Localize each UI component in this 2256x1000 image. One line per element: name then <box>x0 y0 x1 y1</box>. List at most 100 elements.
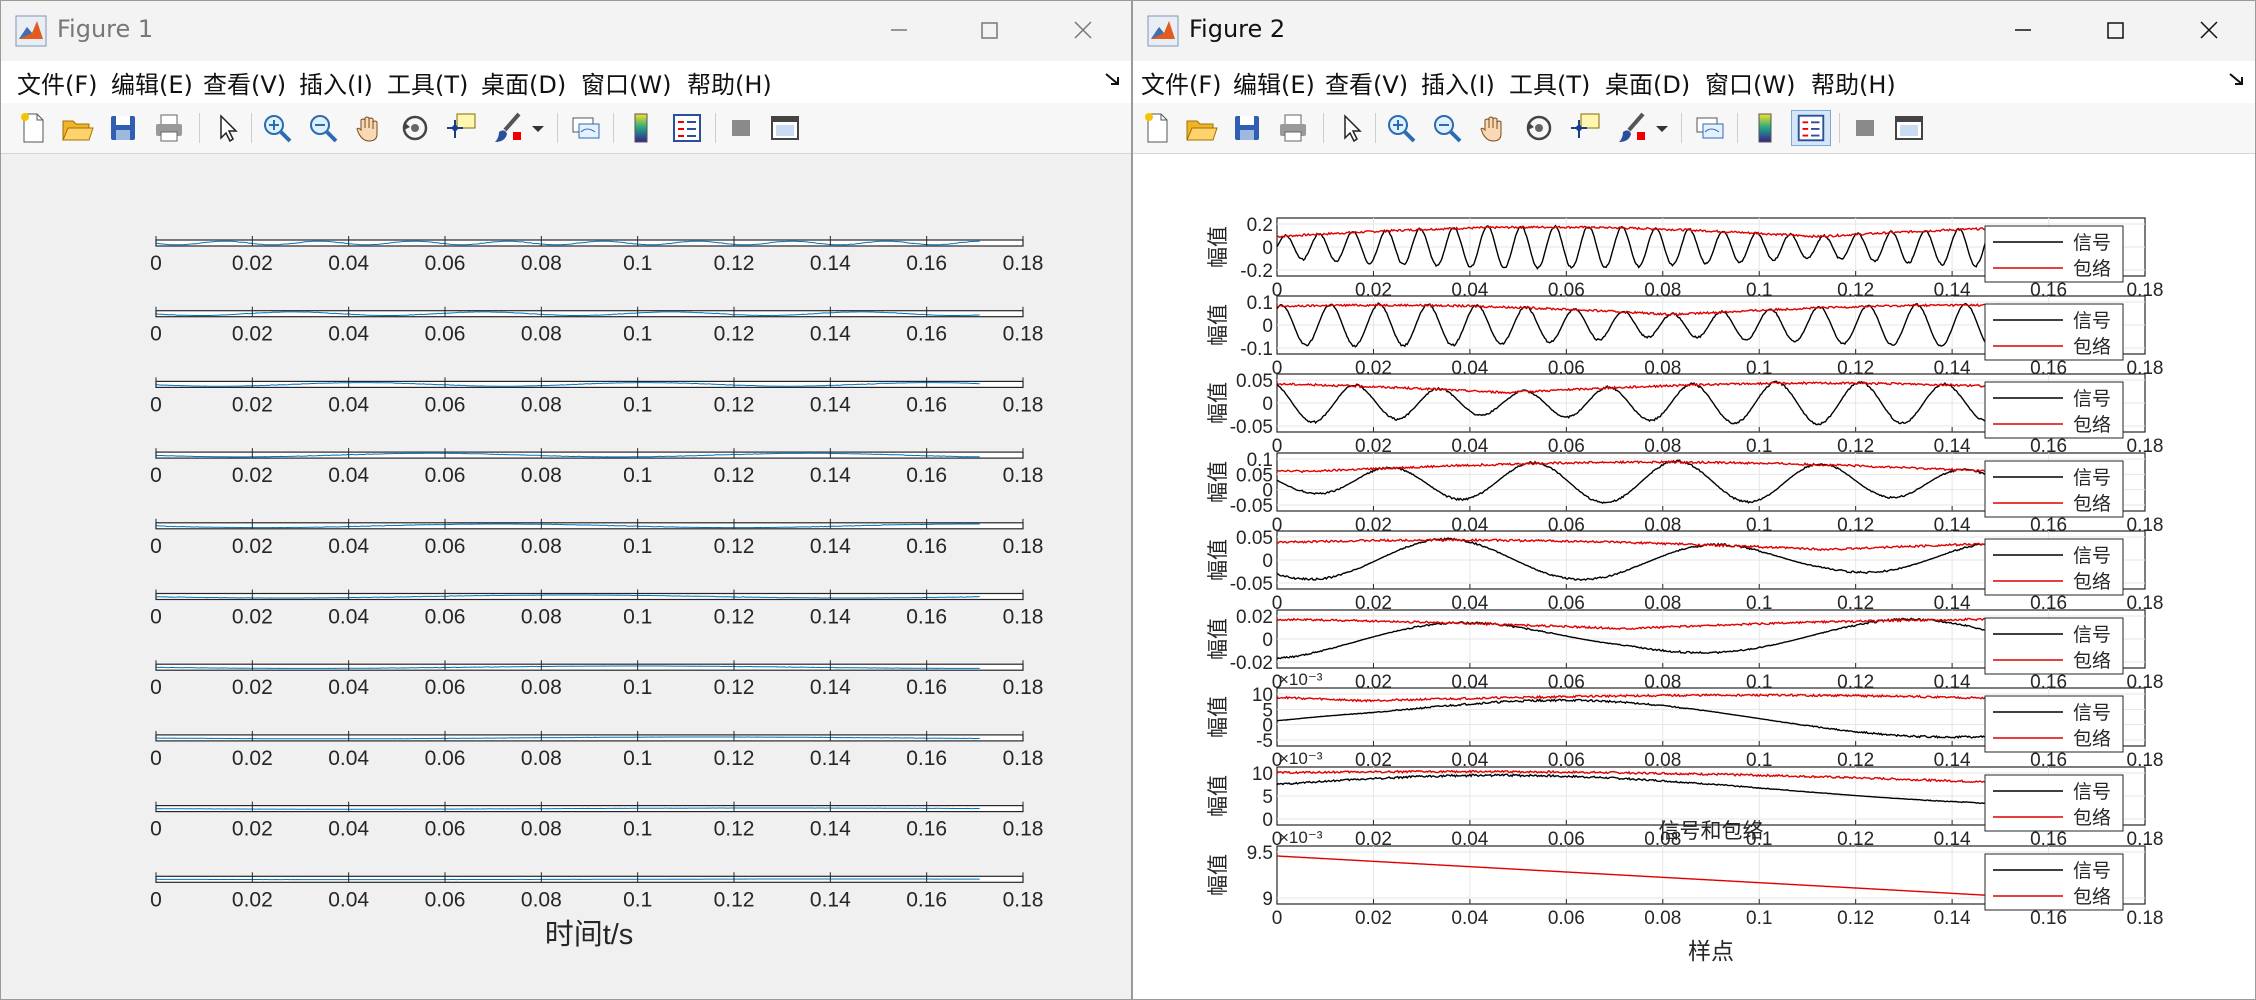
new-figure-icon[interactable] <box>1139 110 1175 146</box>
menu-edit[interactable]: 编辑(E) <box>1233 65 1315 100</box>
menu-insert[interactable]: 插入(I) <box>1421 65 1495 100</box>
save-icon[interactable] <box>1229 110 1265 146</box>
fig2-legend: 信号包络 <box>1984 303 2124 361</box>
colorbar-icon[interactable] <box>1747 110 1783 146</box>
menu-tools[interactable]: 工具(T) <box>387 65 468 100</box>
menu-desktop[interactable]: 桌面(D) <box>1605 65 1690 100</box>
fig1-tick-label: 0.18 <box>1003 323 1044 346</box>
menu-desktop[interactable]: 桌面(D) <box>481 65 566 100</box>
fig1-tick-label: 0.14 <box>810 676 851 699</box>
brush-dropdown-icon[interactable] <box>1653 110 1671 146</box>
fig2-ytick-label: -0.05 <box>1230 574 1273 595</box>
hide-plot-tools-icon[interactable] <box>1847 110 1883 146</box>
fig2-legend-signal-label: 信号 <box>2073 310 2111 332</box>
fig1-tick-label: 0.04 <box>328 676 369 699</box>
menu-file[interactable]: 文件(F) <box>17 65 98 100</box>
fig1-tick-label: 0.02 <box>232 747 273 770</box>
new-figure-icon[interactable] <box>15 110 51 146</box>
dock-arrow-icon[interactable] <box>2227 69 2247 89</box>
pan-hand-icon[interactable] <box>1475 110 1511 146</box>
fig1-tick-label: 0.08 <box>521 818 562 841</box>
minimize-icon[interactable] <box>879 11 919 49</box>
fig1-tick-label: 0.14 <box>810 464 851 487</box>
fig1-tick-label: 0.12 <box>714 606 755 629</box>
figure1-titlebar[interactable]: Figure 1 <box>1 1 1131 61</box>
maximize-icon[interactable] <box>2095 11 2135 49</box>
figure2-canvas[interactable]: 0.2 0 -0.2 0 0.02 0.04 0.06 0.08 0.1 0.12 0.14 0.16… <box>1133 154 2255 999</box>
legend-icon[interactable] <box>669 110 705 146</box>
menu-edit[interactable]: 编辑(E) <box>111 65 193 100</box>
fig1-tick-label: 0.16 <box>906 464 947 487</box>
fig1-tick-label: 0.02 <box>232 606 273 629</box>
fig1-tick-label: 0 <box>150 535 162 558</box>
fig1-tick-label: 0.18 <box>1003 535 1044 558</box>
fig2-legend-signal-label: 信号 <box>2073 388 2111 410</box>
fig1-tick-label: 0.18 <box>1003 747 1044 770</box>
fig2-ytick-label: -0.05 <box>1230 417 1273 438</box>
pointer-icon[interactable] <box>209 110 245 146</box>
fig1-tick-label: 0.14 <box>810 535 851 558</box>
fig2-subplot-5: 0.050-0.050 0.02 0.04 0.06 0.08 0.1 0.12 0.14 0.… <box>1207 528 2163 614</box>
menu-view[interactable]: 查看(V) <box>1325 65 1408 100</box>
fig2-legend-envelope-label: 包络 <box>2073 414 2111 436</box>
rotate-3d-icon[interactable] <box>397 110 433 146</box>
fig2-ytick-label: -5 <box>1256 731 1273 752</box>
fig2-overlay-title: 信号和包络 <box>1659 820 1764 843</box>
fig1-tick-label: 0.06 <box>425 393 466 416</box>
zoom-out-icon[interactable] <box>305 110 341 146</box>
maximize-icon[interactable] <box>969 11 1009 49</box>
save-icon[interactable] <box>105 110 141 146</box>
fig1-tick-label: 0.06 <box>425 747 466 770</box>
figure1-canvas[interactable]: 0 0.02 0.04 0.06 0.08 0.1 0.12 0.14 0.16 0.18 0 0.0… <box>1 154 1131 999</box>
close-icon[interactable] <box>1063 11 1103 49</box>
fig2-legend-envelope-label: 包络 <box>2073 650 2111 672</box>
brush-dropdown-icon[interactable] <box>529 110 547 146</box>
menu-tools[interactable]: 工具(T) <box>1509 65 1590 100</box>
fig1-tick-label: 0 <box>150 747 162 770</box>
menu-window[interactable]: 窗口(W) <box>581 65 671 100</box>
fig1-subplot-7: 0 0.02 0.04 0.06 0.08 0.1 0.12 0.14 0.16 0.18 <box>150 660 1043 699</box>
zoom-out-icon[interactable] <box>1429 110 1465 146</box>
menu-help[interactable]: 帮助(H) <box>1811 65 1896 100</box>
link-plot-icon[interactable] <box>1691 110 1727 146</box>
print-icon[interactable] <box>151 110 187 146</box>
figure2-titlebar[interactable]: Figure 2 <box>1133 1 2255 61</box>
print-icon[interactable] <box>1275 110 1311 146</box>
menu-window[interactable]: 窗口(W) <box>1705 65 1795 100</box>
hide-plot-tools-icon[interactable] <box>723 110 759 146</box>
zoom-in-icon[interactable] <box>259 110 295 146</box>
legend-icon[interactable] <box>1791 110 1831 146</box>
menu-insert[interactable]: 插入(I) <box>299 65 373 100</box>
fig1-tick-label: 0.14 <box>810 252 851 275</box>
data-cursor-icon[interactable] <box>1567 110 1603 146</box>
menu-help[interactable]: 帮助(H) <box>687 65 772 100</box>
fig2-subplot-2: 0.10-0.10 0.02 0.04 0.06 0.08 0.1 0.12 0.14 0.16… <box>1207 293 2163 379</box>
pointer-icon[interactable] <box>1333 110 1369 146</box>
fig2-legend-signal-label: 信号 <box>2073 702 2111 724</box>
fig1-tick-label: 0.14 <box>810 606 851 629</box>
menu-view[interactable]: 查看(V) <box>203 65 286 100</box>
brush-icon[interactable] <box>1615 110 1651 146</box>
link-plot-icon[interactable] <box>567 110 603 146</box>
brush-icon[interactable] <box>491 110 527 146</box>
open-file-icon[interactable] <box>1183 110 1219 146</box>
show-plot-tools-icon[interactable] <box>1891 110 1927 146</box>
open-file-icon[interactable] <box>59 110 95 146</box>
fig1-tick-label: 0.04 <box>328 464 369 487</box>
fig2-legend-signal-label: 信号 <box>2073 781 2111 803</box>
close-icon[interactable] <box>2189 11 2229 49</box>
rotate-3d-icon[interactable] <box>1521 110 1557 146</box>
pan-hand-icon[interactable] <box>351 110 387 146</box>
fig1-tick-label: 0.1 <box>623 606 652 629</box>
fig1-subplot-5: 0 0.02 0.04 0.06 0.08 0.1 0.12 0.14 0.16 0.18 <box>150 518 1044 558</box>
dock-arrow-icon[interactable] <box>1103 69 1123 89</box>
zoom-in-icon[interactable] <box>1383 110 1419 146</box>
menu-file[interactable]: 文件(F) <box>1141 65 1222 100</box>
fig2-ytick-label: 9 <box>1262 889 1273 910</box>
fig1-tick-label: 0.06 <box>425 535 466 558</box>
fig1-tick-label: 0.08 <box>521 393 562 416</box>
show-plot-tools-icon[interactable] <box>767 110 803 146</box>
data-cursor-icon[interactable] <box>443 110 479 146</box>
minimize-icon[interactable] <box>2003 11 2043 49</box>
colorbar-icon[interactable] <box>623 110 659 146</box>
